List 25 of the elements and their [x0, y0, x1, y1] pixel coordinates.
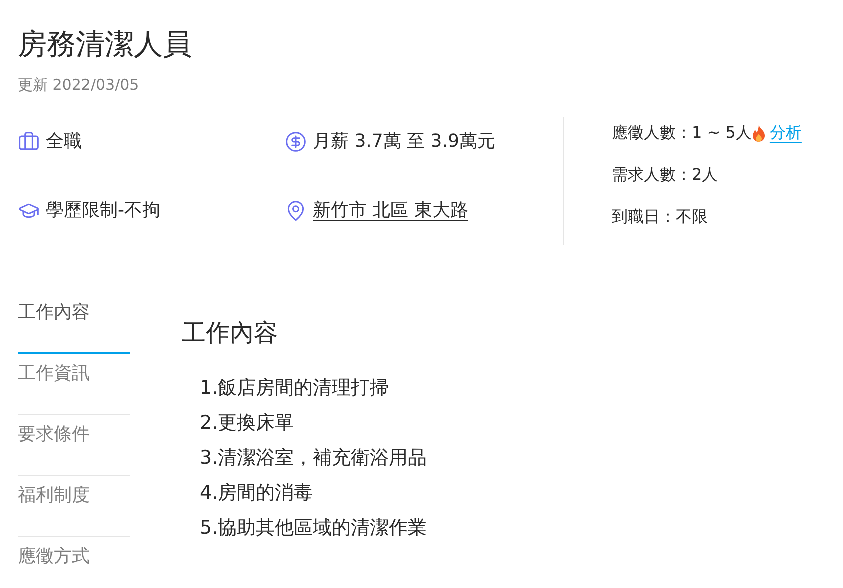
job-title: 房務清潔人員 — [18, 26, 193, 63]
location-link[interactable]: 新竹市 北區 東大路 — [313, 197, 468, 224]
needed-count: 需求人數：2人 — [612, 164, 720, 186]
dollar-icon — [285, 130, 307, 152]
section-heading: 工作內容 — [182, 318, 279, 348]
duty-item: 2.更換床單 — [200, 410, 296, 436]
duty-item: 1.飯店房間的清理打掃 — [200, 376, 390, 400]
nav-tab[interactable]: 應徵方式 — [18, 536, 130, 588]
fire-icon — [752, 124, 766, 142]
analysis-link[interactable]: 分析 — [770, 120, 802, 144]
update-date: 更新 2022/03/05 — [18, 75, 140, 96]
duty-item: 5.協助其他區域的清潔作業 — [200, 516, 428, 540]
start-date: 到職日：不限 — [612, 206, 709, 228]
applicant-count: 應徵人數：1 ~ 5人 — [612, 122, 752, 144]
info-text: 學歷限制-不拘 — [46, 199, 160, 223]
map-pin-icon — [285, 200, 307, 222]
duty-item: 3.清潔浴室，補充衛浴用品 — [200, 446, 428, 470]
nav-tab[interactable]: 工作資訊 — [18, 354, 130, 414]
info-text: 全職 — [46, 130, 82, 154]
nav-tab[interactable]: 福利制度 — [18, 476, 130, 536]
nav-tab[interactable]: 工作內容 — [18, 292, 130, 354]
info-text: 月薪 3.7萬 至 3.9萬元 — [313, 130, 496, 154]
nav-tab[interactable]: 要求條件 — [18, 414, 130, 476]
duty-item: 4.房間的消毒 — [200, 480, 314, 506]
briefcase-icon — [18, 130, 40, 152]
